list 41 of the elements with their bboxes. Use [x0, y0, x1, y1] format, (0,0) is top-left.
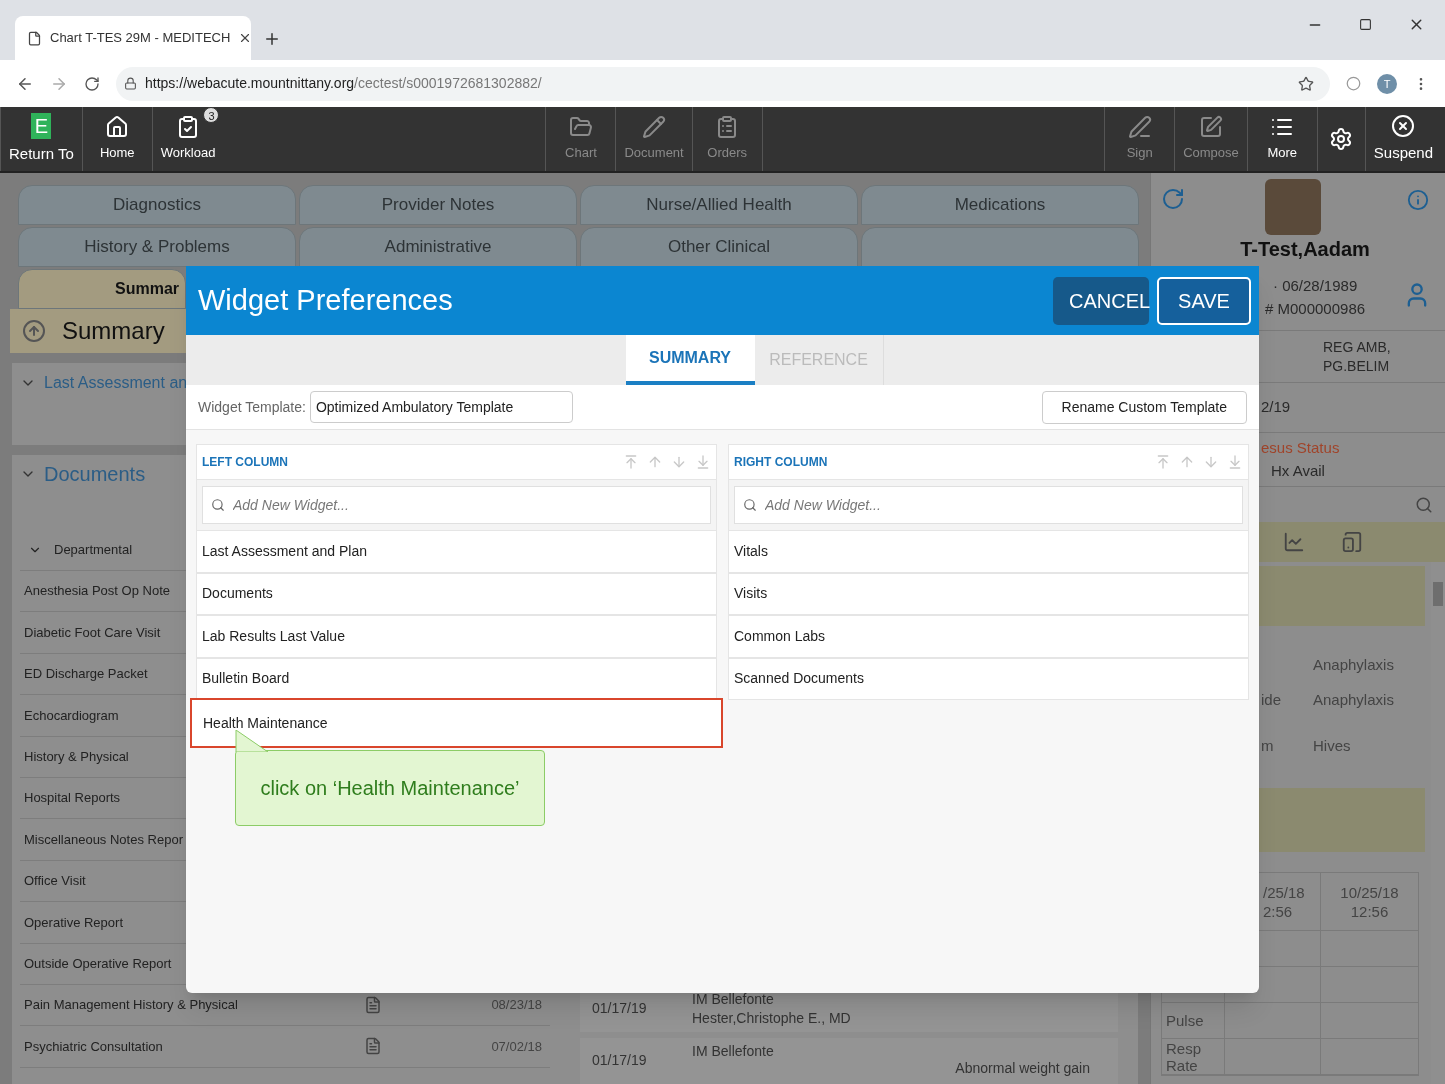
toolbar-button[interactable]: More	[1246, 107, 1317, 171]
toolbar-button[interactable]: Home	[81, 107, 152, 171]
chart-tab[interactable]: Other Clinical	[580, 227, 858, 267]
widget-item[interactable]: Health Maintenance	[190, 698, 723, 748]
widget-item[interactable]: Bulletin Board	[196, 657, 717, 700]
visit-row[interactable]: 01/17/19 IM Bellefonte Abnormal weight gain	[580, 1038, 1118, 1084]
toolbar-button[interactable]: Workload 3	[151, 107, 224, 171]
address-bar[interactable]: https://webacute.mountnittany.org/cectest/s0001972681302882/	[116, 66, 1330, 101]
chart-tab[interactable]: Administrative	[299, 227, 577, 267]
chart-tab[interactable]: Summar	[18, 269, 186, 309]
widget-item[interactable]: Vitals	[728, 530, 1249, 573]
chart-tab[interactable]: Nurse/Allied Health	[580, 185, 858, 225]
vital-label: Pulse	[1166, 1012, 1204, 1029]
column-header: RIGHT COLUMN	[728, 444, 1249, 480]
count-badge: 3	[203, 107, 220, 123]
chart-tab[interactable]: History & Problems	[18, 227, 296, 267]
save-button[interactable]: SAVE	[1157, 276, 1251, 325]
widget-item[interactable]: Lab Results Last Value	[196, 615, 717, 658]
rename-template-button[interactable]: Rename Custom Template	[1041, 390, 1247, 424]
chart-tab[interactable]: Provider Notes	[299, 185, 577, 225]
chart-tab[interactable]: Diagnostics	[18, 185, 296, 225]
search-field[interactable]: Add New Widget...	[202, 486, 711, 524]
dialog-tab[interactable]: SUMMARY	[625, 335, 755, 385]
template-field[interactable]: Optimized Ambulatory Template	[309, 391, 573, 423]
browser-tab[interactable]: Chart T-TES 29M - MEDITECH	[15, 16, 251, 60]
dialog-header: Widget Preferences CANCEL SAVE	[186, 266, 1259, 335]
widget-item[interactable]: Documents	[196, 572, 717, 615]
column-header: LEFT COLUMN	[196, 444, 717, 480]
app-logo: E	[31, 112, 52, 139]
toolbar-button[interactable]: E Return To	[0, 107, 82, 171]
widget-item[interactable]: Scanned Documents	[728, 657, 1249, 700]
vital-label: Resp Rate	[1166, 1039, 1203, 1074]
widget-item[interactable]: Visits	[728, 572, 1249, 615]
widget-item[interactable]: Common Labs	[728, 615, 1249, 658]
search-field[interactable]: Add New Widget...	[734, 486, 1243, 524]
chart-tab[interactable]: Medications	[861, 185, 1139, 225]
toolbar-button[interactable]: Suspend	[1364, 107, 1441, 171]
widget-item[interactable]: Last Assessment and Plan	[196, 530, 717, 573]
cancel-button[interactable]: CANCEL	[1053, 276, 1149, 325]
document-row[interactable]: Psychiatric Consultation 07/02/18	[20, 1026, 550, 1068]
column-header: 10/25/18 12:56	[1320, 873, 1418, 930]
